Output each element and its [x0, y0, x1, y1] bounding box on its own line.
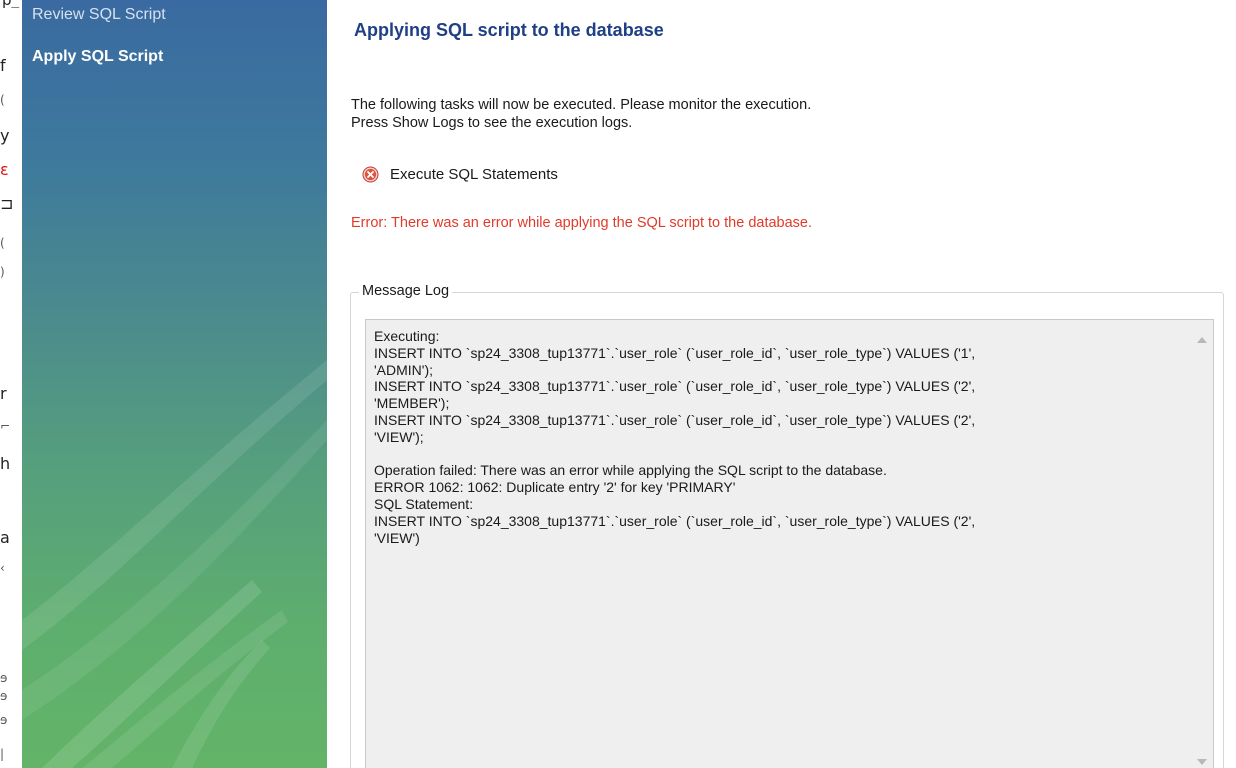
background-window-strip: f ( y ε ⊐ ( ) r ⌐ h a ‹ ɘ ɘ ɘ | [0, 0, 22, 768]
message-log-textarea[interactable]: Executing: INSERT INTO `sp24_3308_tup137… [365, 319, 1214, 768]
message-log-group: Message Log Executing: INSERT INTO `sp24… [350, 283, 1224, 768]
background-mark: ε [0, 160, 9, 179]
background-mark: ɘ [0, 689, 8, 703]
background-mark: ⊐ [0, 194, 14, 213]
scroll-up-arrow-icon[interactable] [1196, 330, 1208, 343]
background-text-fragment: f [0, 56, 6, 75]
intro-text: The following tasks will now be executed… [351, 96, 811, 132]
background-mark: ( [0, 93, 5, 107]
background-mark: | [0, 747, 5, 761]
sidebar-item-apply-sql-script[interactable]: Apply SQL Script [32, 48, 163, 66]
background-clipped-title: p_ [0, 0, 120, 8]
background-mark: ɘ [0, 713, 8, 727]
sql-apply-wizard-screen: f ( y ε ⊐ ( ) r ⌐ h a ‹ ɘ ɘ ɘ | Review S… [0, 0, 1236, 768]
background-text-fragment: y [0, 126, 10, 145]
background-mark: ‹ [0, 561, 5, 575]
background-text-fragment: r [0, 384, 7, 403]
page-title: Applying SQL script to the database [354, 20, 664, 40]
sidebar-item-review-sql-script[interactable]: Review SQL Script [32, 6, 166, 24]
background-mark: ɘ [0, 671, 8, 685]
wizard-sidebar: Review SQL Script Apply SQL Script [22, 0, 327, 768]
intro-line: Press Show Logs to see the execution log… [351, 115, 633, 131]
error-circle-x-icon [362, 166, 379, 183]
message-log-legend: Message Log [359, 283, 453, 299]
background-mark: ( [0, 236, 5, 250]
message-log-content[interactable]: Executing: INSERT INTO `sp24_3308_tup137… [374, 328, 1174, 546]
background-text-fragment: a [0, 528, 10, 547]
background-mark: ) [0, 265, 5, 279]
wizard-main-panel: Applying SQL script to the database The … [327, 0, 1236, 768]
task-label: Execute SQL Statements [390, 165, 558, 183]
intro-line: The following tasks will now be executed… [351, 97, 812, 113]
message-log-scrollbar[interactable] [1191, 320, 1213, 768]
sidebar-swoosh-decoration [22, 360, 327, 768]
background-text-fragment: h [0, 454, 11, 473]
error-message: Error: There was an error while applying… [351, 215, 813, 231]
task-execute-sql-statements: Execute SQL Statements [362, 164, 558, 184]
background-clipped-title-text: p_ [2, 0, 19, 8]
scroll-down-arrow-icon[interactable] [1196, 752, 1208, 765]
background-mark: ⌐ [0, 419, 11, 433]
